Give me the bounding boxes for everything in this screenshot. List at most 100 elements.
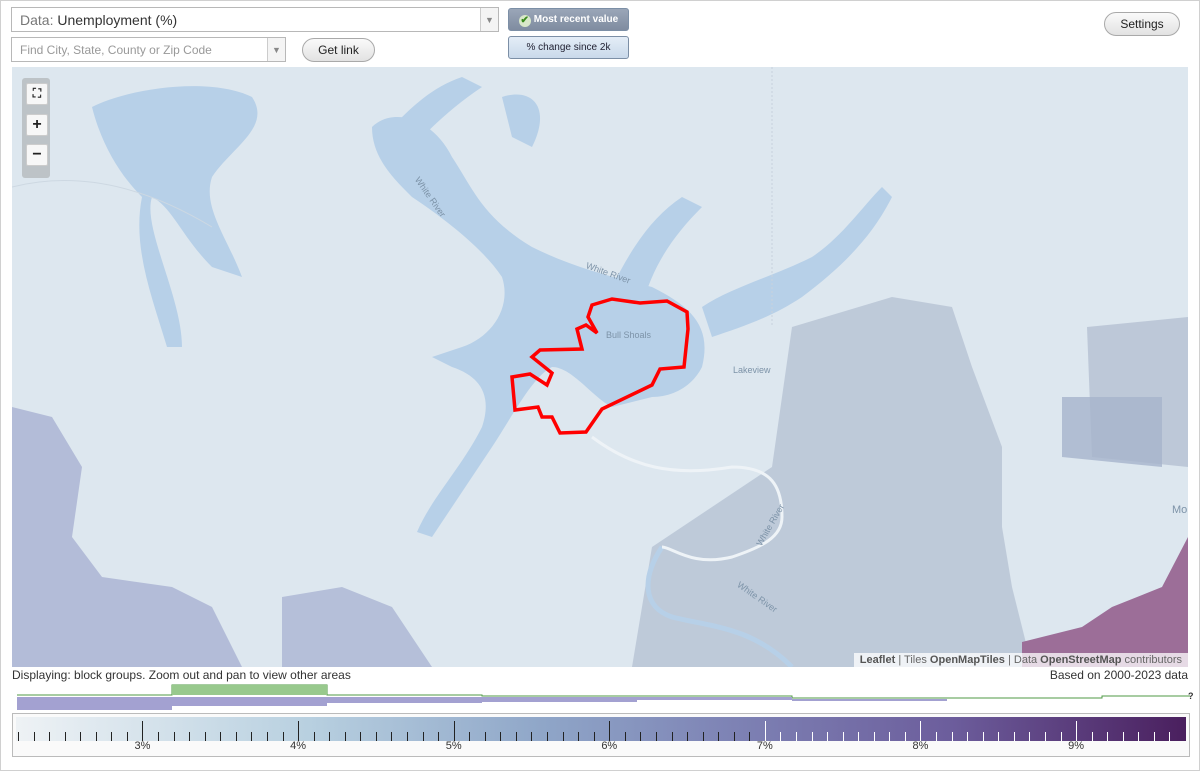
legend-minor-tick <box>1107 732 1109 741</box>
legend-minor-tick <box>1060 732 1062 741</box>
legend-minor-tick <box>282 732 284 741</box>
legend-label: 9% <box>1068 740 1085 752</box>
get-link-button[interactable]: Get link <box>302 38 375 62</box>
legend-label: 3% <box>134 740 151 752</box>
legend-minor-tick <box>655 732 657 741</box>
legend-minor-tick <box>858 732 860 741</box>
attribution-sep-1: | Tiles <box>895 654 930 666</box>
legend-minor-tick <box>547 732 549 741</box>
legend-minor-tick <box>407 732 408 741</box>
fit-bounds-icon[interactable]: ⛶ <box>26 83 48 105</box>
legend-minor-tick <box>687 732 689 741</box>
legend-minor-tick <box>749 732 751 741</box>
legend-minor-tick <box>796 732 797 741</box>
distribution-histogram <box>17 684 1190 710</box>
most-recent-value-toggle[interactable]: ✔ Most recent value <box>508 8 629 31</box>
data-select[interactable]: Data: Unemployment (%) ▼ <box>11 7 499 32</box>
legend-minor-tick <box>422 732 424 741</box>
legend-minor-tick <box>438 732 440 741</box>
legend-minor-tick <box>344 732 346 741</box>
legend-major-tick <box>1076 721 1078 741</box>
map-label-mo: Mo <box>1172 504 1188 516</box>
map-label-lakeview: Lakeview <box>733 365 771 375</box>
settings-button[interactable]: Settings <box>1104 12 1180 36</box>
legend-minor-tick <box>998 732 1000 741</box>
legend-minor-tick <box>469 732 471 741</box>
legend-minor-tick <box>111 732 113 741</box>
zoom-out-button[interactable]: − <box>26 144 48 166</box>
status-text: Displaying: block groups. Zoom out and p… <box>12 668 351 682</box>
map-label-bull-shoals: Bull Shoals <box>606 330 652 340</box>
legend-minor-tick <box>842 732 844 741</box>
legend-minor-tick <box>827 732 829 741</box>
legend-minor-tick <box>18 732 19 741</box>
legend-minor-tick <box>484 732 486 741</box>
attribution-contrib: contributors <box>1121 654 1182 666</box>
attribution-sep-2: | Data <box>1004 654 1041 666</box>
legend-minor-tick <box>266 732 268 741</box>
legend-major-tick <box>764 721 766 741</box>
legend-minor-tick <box>1044 732 1046 741</box>
legend-minor-tick <box>80 732 82 741</box>
map[interactable]: ⛶ + − Bull Shoals Lakeview White River W… <box>12 67 1188 667</box>
legend-minor-tick <box>375 732 377 741</box>
legend-minor-tick <box>578 732 580 741</box>
legend-minor-tick <box>873 732 875 741</box>
openstreetmap-link[interactable]: OpenStreetMap <box>1040 654 1121 666</box>
legend-minor-tick <box>1122 732 1124 741</box>
legend-minor-tick <box>1029 732 1031 741</box>
map-tiles <box>12 67 1188 667</box>
legend-label: 6% <box>601 740 618 752</box>
zoom-in-button[interactable]: + <box>26 114 48 136</box>
chevron-down-icon[interactable]: ▼ <box>267 38 285 61</box>
legend-minor-tick <box>780 732 782 741</box>
legend-minor-tick <box>811 732 813 741</box>
legend-minor-tick <box>329 732 331 741</box>
legend-minor-tick <box>1138 732 1140 741</box>
legend-minor-tick <box>718 732 720 741</box>
legend-minor-tick <box>593 732 595 741</box>
location-search[interactable]: ▼ <box>11 37 286 62</box>
pct-change-toggle[interactable]: % change since 2k <box>508 36 629 59</box>
legend-minor-tick <box>1091 732 1093 741</box>
legend-label: 7% <box>756 740 773 752</box>
legend-major-tick <box>609 721 611 741</box>
histogram-help-icon[interactable]: ? <box>1188 691 1194 701</box>
most-recent-label: Most recent value <box>533 14 619 25</box>
legend-minor-tick <box>936 732 938 741</box>
legend-minor-tick <box>220 732 222 741</box>
leaflet-link[interactable]: Leaflet <box>860 654 895 666</box>
legend-minor-tick <box>95 732 97 741</box>
legend-minor-tick <box>1013 732 1015 741</box>
legend-minor-tick <box>640 732 642 741</box>
legend-minor-tick <box>500 732 502 741</box>
legend-label: 8% <box>912 740 929 752</box>
legend-minor-tick <box>158 732 160 741</box>
based-on-text: Based on 2000-2023 data <box>1049 668 1188 682</box>
chevron-down-icon[interactable]: ▼ <box>480 8 498 31</box>
search-input[interactable] <box>12 38 262 61</box>
legend-minor-tick <box>904 732 906 741</box>
legend-minor-tick <box>33 732 35 741</box>
data-select-prefix: Data: <box>20 12 54 28</box>
legend-minor-tick <box>49 732 51 741</box>
legend-minor-tick <box>126 732 128 741</box>
legend-minor-tick <box>531 732 533 741</box>
legend-minor-tick <box>204 732 206 741</box>
legend-label: 5% <box>445 740 462 752</box>
legend-minor-tick <box>562 732 564 741</box>
legend-minor-tick <box>702 732 704 741</box>
legend-minor-tick <box>624 732 626 741</box>
legend-minor-tick <box>951 732 953 741</box>
legend-gradient <box>16 717 1186 741</box>
legend-minor-tick <box>733 732 735 741</box>
legend-minor-tick <box>1153 732 1155 741</box>
legend-label: 4% <box>290 740 307 752</box>
legend-minor-tick <box>889 732 891 741</box>
legend-minor-tick <box>313 732 315 741</box>
legend-minor-tick <box>64 732 66 741</box>
legend-major-tick <box>920 721 922 741</box>
zoom-control: ⛶ + − <box>22 78 50 178</box>
legend-minor-tick <box>391 732 393 741</box>
openmaptiles-link[interactable]: OpenMapTiles <box>930 654 1005 666</box>
